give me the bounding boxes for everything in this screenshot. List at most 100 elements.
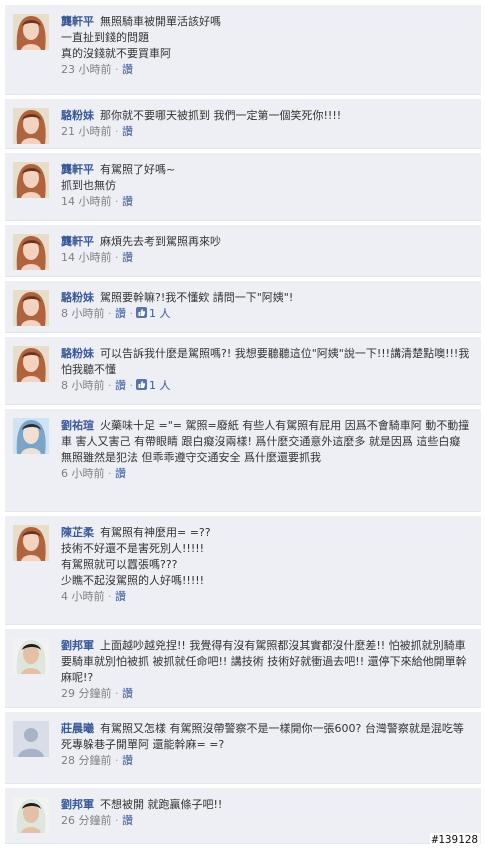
comment-content: 駱粉妹 可以告訴我什麼是駕照嗎?! 我想要聽聽這位"阿姨"說一下!!!講清楚點噢!… — [61, 346, 473, 378]
like-link[interactable]: 讚 — [115, 379, 126, 392]
avatar[interactable] — [13, 525, 49, 561]
like-link[interactable]: 讚 — [122, 195, 133, 208]
comment-item: 龔軒平 麻煩先去考到駕照再來吵 14 小時前 · 讚 — [5, 225, 481, 277]
comment-meta: 29 分鐘前 · 讚 — [61, 686, 473, 702]
comment-body: 劉邦軍 不想被開 就跑贏條子吧!! 26 分鐘前 · 讚 — [61, 797, 473, 829]
avatar[interactable] — [13, 418, 49, 454]
comment-body: 龔軒平 無照騎車被開單活該好嗎 一直扯到錢的問題 真的沒錢就不要買車阿 23 小時前… — [61, 14, 473, 78]
comment-timestamp[interactable]: 29 分鐘前 — [61, 687, 112, 700]
thumbs-up-icon[interactable] — [136, 307, 147, 318]
avatar[interactable] — [13, 108, 49, 144]
comment-body: 駱粉妹 駕照要幹嘛?!我不懂欸 請問一下"阿姨"! 8 小時前 · 讚 · 1 人 — [61, 290, 473, 322]
comment-timestamp[interactable]: 8 小時前 — [61, 379, 105, 392]
comment-meta: 23 小時前 · 讚 — [61, 62, 473, 78]
like-link[interactable]: 讚 — [122, 814, 133, 827]
comment-meta: 8 小時前 · 讚 · 1 人 — [61, 306, 473, 322]
comment-text: 上面越吵越兇捏!! 我覺得有沒有駕照都沒其實都沒什麼差!! 怕被抓就別騎車 要騎… — [61, 639, 470, 684]
like-link[interactable]: 讚 — [115, 590, 126, 603]
comment-timestamp[interactable]: 6 小時前 — [61, 467, 105, 480]
comment-content: 龔軒平 有駕照了好嗎~ 抓到也無仿 — [61, 162, 473, 194]
comment-timestamp[interactable]: 26 分鐘前 — [61, 814, 112, 827]
avatar[interactable] — [13, 290, 49, 326]
avatar[interactable] — [13, 721, 49, 757]
comment-author-link[interactable]: 劉邦軍 — [61, 798, 94, 811]
comment-content: 陳芷柔 有駕照有神麼用= =?? 技術不好還不是害死別人!!!!! 有駕照就可以囂… — [61, 525, 473, 589]
comment-meta: 8 小時前 · 讚 · 1 人 — [61, 378, 473, 394]
comment-content: 駱粉妹 駕照要幹嘛?!我不懂欸 請問一下"阿姨"! — [61, 290, 473, 306]
like-link[interactable]: 讚 — [115, 467, 126, 480]
comment-text: 可以告訴我什麼是駕照嗎?! 我想要聽聽這位"阿姨"說一下!!!講清楚點噢!!!我… — [61, 347, 470, 376]
avatar[interactable] — [13, 234, 49, 270]
like-link[interactable]: 讚 — [115, 307, 126, 320]
meta-separator: · — [115, 251, 122, 264]
comment-timestamp[interactable]: 28 分鐘前 — [61, 754, 112, 767]
meta-separator: · — [108, 307, 115, 320]
comment-content: 駱粉妹 那你就不要哪天被抓到 我們一定第一個笑死你!!!! — [61, 108, 473, 124]
comment-item: 劉邦軍 不想被開 就跑贏條子吧!! 26 分鐘前 · 讚 — [5, 788, 481, 844]
avatar[interactable] — [13, 346, 49, 382]
avatar[interactable] — [13, 14, 49, 50]
comment-author-link[interactable]: 駱粉妹 — [61, 347, 94, 360]
meta-separator: · — [108, 467, 115, 480]
comment-content: 劉祐瑄 火藥味十足 ="= 駕照=廢紙 有些人有駕照有屁用 因爲不會騎車阿 動不動… — [61, 418, 473, 466]
comment-timestamp[interactable]: 23 小時前 — [61, 63, 112, 76]
like-link[interactable]: 讚 — [122, 251, 133, 264]
meta-separator: · — [129, 379, 134, 392]
like-link[interactable]: 讚 — [122, 687, 133, 700]
comment-author-link[interactable]: 龔軒平 — [61, 15, 94, 28]
comment-body: 莊晨曦 有駕照又怎樣 有駕照沒帶警察不是一樣開你一張600? 台灣警察就是混吃等死… — [61, 721, 473, 769]
like-count[interactable]: 1 人 — [149, 379, 171, 392]
comment-meta: 14 小時前 · 讚 — [61, 250, 473, 266]
comment-text: 不想被開 就跑贏條子吧!! — [100, 798, 223, 811]
comment-body: 駱粉妹 可以告訴我什麼是駕照嗎?! 我想要聽聽這位"阿姨"說一下!!!講清楚點噢!… — [61, 346, 473, 394]
comment-content: 劉邦軍 上面越吵越兇捏!! 我覺得有沒有駕照都沒其實都沒什麼差!! 怕被抓就別騎車… — [61, 638, 473, 686]
meta-separator: · — [115, 754, 122, 767]
comment-content: 劉邦軍 不想被開 就跑贏條子吧!! — [61, 797, 473, 813]
comment-author-link[interactable]: 劉祐瑄 — [61, 419, 94, 432]
comment-meta: 28 分鐘前 · 讚 — [61, 753, 473, 769]
comment-author-link[interactable]: 龔軒平 — [61, 163, 94, 176]
comment-item: 駱粉妹 可以告訴我什麼是駕照嗎?! 我想要聽聽這位"阿姨"說一下!!!講清楚點噢!… — [5, 337, 481, 405]
comment-content: 莊晨曦 有駕照又怎樣 有駕照沒帶警察不是一樣開你一張600? 台灣警察就是混吃等死… — [61, 721, 473, 753]
comment-content: 龔軒平 麻煩先去考到駕照再來吵 — [61, 234, 473, 250]
thumbs-up-icon[interactable] — [136, 379, 147, 390]
meta-separator: · — [115, 195, 122, 208]
comment-item: 龔軒平 有駕照了好嗎~ 抓到也無仿 14 小時前 · 讚 — [5, 153, 481, 221]
like-link[interactable]: 讚 — [122, 754, 133, 767]
comment-timestamp[interactable]: 14 小時前 — [61, 195, 112, 208]
comment-item: 駱粉妹 那你就不要哪天被抓到 我們一定第一個笑死你!!!! 21 小時前 · 讚 — [5, 99, 481, 149]
comment-author-link[interactable]: 劉邦軍 — [61, 639, 94, 652]
meta-separator: · — [108, 379, 115, 392]
comment-meta: 14 小時前 · 讚 — [61, 194, 473, 210]
comment-text: 那你就不要哪天被抓到 我們一定第一個笑死你!!!! — [100, 109, 342, 122]
avatar[interactable] — [13, 162, 49, 198]
comment-meta: 21 小時前 · 讚 — [61, 124, 473, 140]
comment-timestamp[interactable]: 8 小時前 — [61, 307, 105, 320]
comment-author-link[interactable]: 駱粉妹 — [61, 109, 94, 122]
comment-author-link[interactable]: 駱粉妹 — [61, 291, 94, 304]
comment-text: 麻煩先去考到駕照再來吵 — [100, 235, 221, 248]
comment-item: 莊晨曦 有駕照又怎樣 有駕照沒帶警察不是一樣開你一張600? 台灣警察就是混吃等死… — [5, 712, 481, 784]
avatar[interactable] — [13, 638, 49, 674]
comment-item: 龔軒平 無照騎車被開單活該好嗎 一直扯到錢的問題 真的沒錢就不要買車阿 23 小時前… — [5, 5, 481, 95]
comment-body: 龔軒平 有駕照了好嗎~ 抓到也無仿 14 小時前 · 讚 — [61, 162, 473, 210]
like-link[interactable]: 讚 — [122, 125, 133, 138]
like-count[interactable]: 1 人 — [149, 307, 171, 320]
comment-body: 陳芷柔 有駕照有神麼用= =?? 技術不好還不是害死別人!!!!! 有駕照就可以囂… — [61, 525, 473, 605]
comment-body: 駱粉妹 那你就不要哪天被抓到 我們一定第一個笑死你!!!! 21 小時前 · 讚 — [61, 108, 473, 140]
avatar[interactable] — [13, 797, 49, 833]
comment-author-link[interactable]: 龔軒平 — [61, 235, 94, 248]
comment-timestamp[interactable]: 4 小時前 — [61, 590, 105, 603]
comment-item: 陳芷柔 有駕照有神麼用= =?? 技術不好還不是害死別人!!!!! 有駕照就可以囂… — [5, 516, 481, 625]
like-link[interactable]: 讚 — [122, 63, 133, 76]
meta-separator: · — [115, 125, 122, 138]
comment-item: 劉邦軍 上面越吵越兇捏!! 我覺得有沒有駕照都沒其實都沒什麼差!! 怕被抓就別騎車… — [5, 629, 481, 708]
comment-text: 火藥味十足 ="= 駕照=廢紙 有些人有駕照有屁用 因爲不會騎車阿 動不動撞車 … — [61, 419, 470, 464]
comment-timestamp[interactable]: 21 小時前 — [61, 125, 112, 138]
comment-meta: 26 分鐘前 · 讚 — [61, 813, 473, 829]
comment-timestamp[interactable]: 14 小時前 — [61, 251, 112, 264]
comment-body: 龔軒平 麻煩先去考到駕照再來吵 14 小時前 · 讚 — [61, 234, 473, 266]
comment-item: 駱粉妹 駕照要幹嘛?!我不懂欸 請問一下"阿姨"! 8 小時前 · 讚 · 1 人 — [5, 281, 481, 333]
comment-author-link[interactable]: 陳芷柔 — [61, 526, 94, 539]
comment-author-link[interactable]: 莊晨曦 — [61, 722, 94, 735]
